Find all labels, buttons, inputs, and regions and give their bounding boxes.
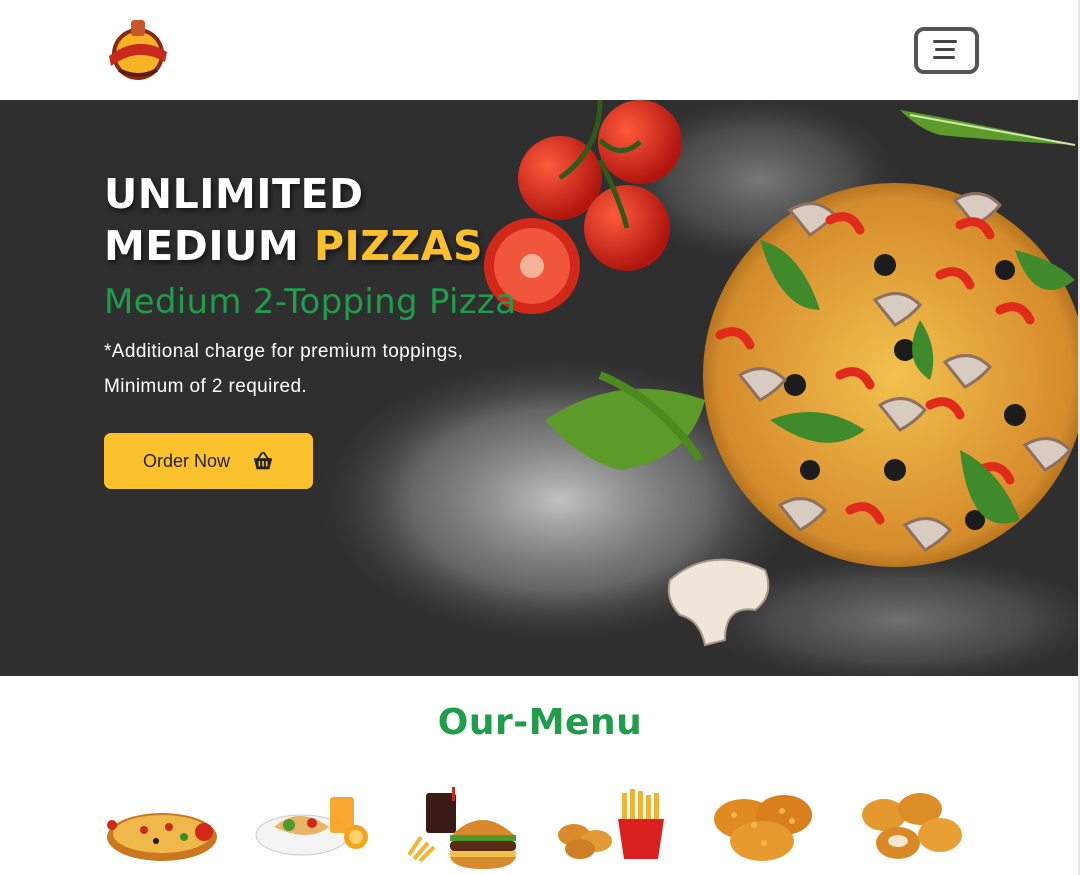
burger-combo-icon	[407, 787, 516, 869]
hero-subtitle: Medium 2-Topping Pizza	[104, 282, 517, 322]
chicken-nuggets-icon	[862, 793, 962, 859]
hero-title-line2: MEDIUM	[104, 222, 314, 270]
pizza-icon	[107, 813, 217, 861]
menu-item-pizza[interactable]	[104, 785, 224, 875]
menu-item-nuggets-fries[interactable]	[554, 785, 674, 875]
menu-item-chicken-nuggets[interactable]	[854, 785, 974, 875]
hero-title: UNLIMITED MEDIUM PIZZAS	[104, 168, 644, 272]
hero-title-accent: PIZZAS	[313, 222, 483, 270]
wrap-juice-icon	[255, 797, 368, 856]
pizza-logo[interactable]	[105, 18, 171, 84]
nuggets-fries-icon	[558, 789, 664, 859]
fried-chicken-icon	[714, 795, 812, 861]
menu-category-list	[0, 785, 1080, 875]
hero-note: *Additional charge for premium toppings,…	[104, 334, 644, 404]
order-now-button[interactable]: Order Now	[104, 433, 313, 489]
menu-item-fried-chicken[interactable]	[704, 785, 824, 875]
hamburger-icon	[933, 40, 957, 43]
menu-section-title: Our-Menu	[437, 702, 643, 743]
menu-item-burger-combo[interactable]	[404, 785, 524, 875]
site-header	[0, 0, 1080, 100]
menu-item-wrap-juice[interactable]	[254, 785, 374, 875]
hero-note-line2: Minimum of 2 required.	[104, 376, 308, 397]
menu-toggle-button[interactable]	[914, 27, 979, 74]
hero-title-line1: UNLIMITED	[104, 170, 364, 218]
hero-banner: UNLIMITED MEDIUM PIZZAS Medium 2-Topping…	[0, 100, 1080, 676]
hero-note-line1: *Additional charge for premium toppings,	[104, 341, 464, 362]
order-now-label: Order Now	[142, 450, 231, 471]
logo-icon	[109, 20, 167, 80]
basket-icon	[253, 451, 273, 470]
